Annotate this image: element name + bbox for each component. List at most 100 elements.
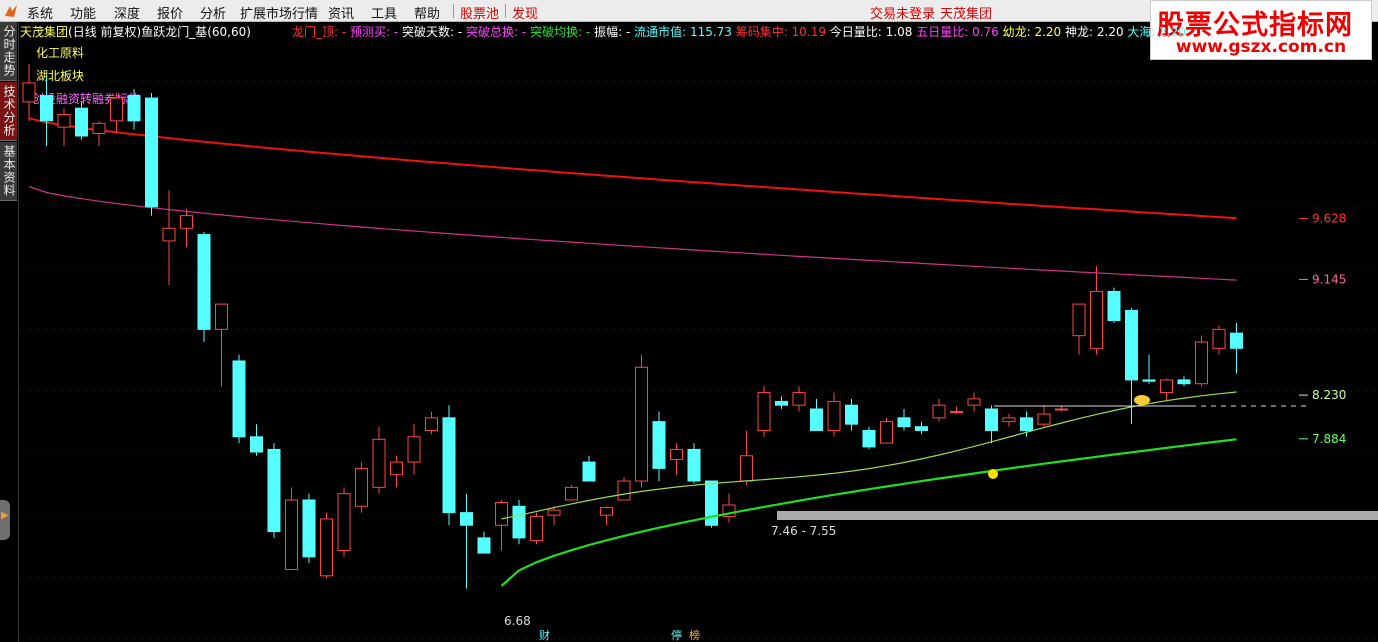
indicator-value: 2.20 <box>1155 25 1187 39</box>
signal-marker <box>1134 395 1150 405</box>
sidebar-collapse-button[interactable]: ▶ <box>0 500 10 540</box>
candle-body <box>197 234 211 330</box>
menu-news[interactable]: 资讯 <box>328 3 354 22</box>
candle-body <box>92 122 106 134</box>
indicator-label: 大海: <box>1123 25 1156 39</box>
candle-body <box>1177 379 1191 385</box>
candle-body <box>1160 379 1173 394</box>
candle-body <box>600 507 613 516</box>
candle-body <box>950 411 963 414</box>
indicator-name[interactable]: 鱼跃龙门_基(60,60) <box>141 25 251 39</box>
candle-body <box>215 303 228 330</box>
candlestick-chart[interactable]: 9.628 9.145 8.230 7.884 7.46 - 7.55 6.68 财 停榜 <box>19 41 1378 642</box>
candle-body <box>827 400 841 431</box>
indicator-label: 今日量比: <box>825 25 882 39</box>
candle-body <box>740 455 753 482</box>
indicator-value: 1.08 <box>881 25 913 39</box>
candle-body <box>110 97 123 122</box>
candle-body <box>967 398 981 406</box>
menu-function[interactable]: 功能 <box>70 3 96 22</box>
indicator-label: 神龙: <box>1061 25 1094 39</box>
arrow-right-icon: ▶ <box>1 510 9 521</box>
candle-body <box>985 408 998 431</box>
indicator-value: 10.19 <box>787 25 826 39</box>
indicator-label: 振幅: <box>590 25 623 39</box>
indicator-label: 突破总换: <box>462 25 519 39</box>
candle-body <box>390 461 403 476</box>
candle-body <box>565 486 578 501</box>
tab-intraday[interactable]: 分时走势 <box>0 22 17 81</box>
menu-depth[interactable]: 深度 <box>114 3 140 22</box>
candle-body <box>302 499 316 558</box>
login-status[interactable]: 交易未登录 <box>870 3 935 22</box>
tab-fundamentals[interactable]: 基本资料 <box>0 142 17 201</box>
candle-body <box>250 436 263 453</box>
indicator-value: 0.76 <box>968 25 999 39</box>
range-annotation: 7.46 - 7.55 <box>771 524 836 538</box>
candle-body <box>162 227 176 242</box>
current-stock-name: 天茂集团 <box>940 7 993 22</box>
indicator-label: 筹码集中: <box>731 25 788 39</box>
suspend-marker: 停 <box>671 628 682 642</box>
candle-body <box>1002 417 1016 423</box>
indicator-value: 2.20 <box>1093 25 1124 39</box>
candle-body <box>1230 332 1243 349</box>
candle-body <box>267 448 281 533</box>
indicator-label: 流通市值: <box>630 25 687 39</box>
ma-yellowgreen-line <box>501 391 1237 520</box>
candle-body <box>845 404 858 425</box>
menu-separator <box>453 4 454 18</box>
candle-body <box>232 360 246 438</box>
indicator-label: 五日量比: <box>912 25 969 39</box>
stock-name[interactable]: 天茂集团 <box>20 25 68 39</box>
candle-body <box>862 429 876 448</box>
candle-body <box>127 95 141 122</box>
menu-stock-pool[interactable]: 股票池 <box>460 3 499 22</box>
price-label: 9.145 <box>1312 272 1346 286</box>
candle-body <box>652 421 666 469</box>
candle-body <box>75 107 88 137</box>
candle-body <box>635 366 648 482</box>
yellow-marker <box>988 469 998 479</box>
candle-body <box>1020 417 1033 431</box>
candle-body <box>1107 290 1121 322</box>
candle-body <box>582 461 596 482</box>
candle-body <box>1125 309 1138 381</box>
candle-body <box>547 509 561 516</box>
indicator-value: - <box>338 25 347 39</box>
menu-discover[interactable]: 发现 <box>512 3 538 22</box>
menu-system[interactable]: 系统 <box>27 3 53 22</box>
candle-body <box>810 408 823 431</box>
left-sidebar: 分时走势 技术分析 基本资料 ▶ <box>0 22 19 642</box>
candle-body <box>355 467 368 507</box>
price-label: 9.628 <box>1312 211 1346 225</box>
menu-extended-market[interactable]: 扩展市场行情 <box>240 3 318 22</box>
candle-body <box>897 417 911 428</box>
tab-technical-analysis[interactable]: 技术分析 <box>0 82 17 141</box>
menu-tools[interactable]: 工具 <box>371 3 397 22</box>
indicator-value: 115.73 <box>686 25 732 39</box>
candle-body <box>617 480 631 501</box>
candle-body <box>442 417 456 514</box>
candle-body <box>932 404 946 419</box>
candle-body <box>880 421 893 444</box>
candle-body <box>670 448 683 461</box>
candle-body <box>775 400 788 406</box>
menu-analysis[interactable]: 分析 <box>200 3 226 22</box>
ma-red-line <box>28 117 1237 220</box>
indicator-value: 2.20 <box>1030 25 1062 39</box>
price-label: 8.230 <box>1312 388 1346 402</box>
app-logo-icon[interactable] <box>3 3 19 19</box>
indicator-label: 预测买: <box>346 25 391 39</box>
candle-body <box>1195 341 1208 385</box>
menu-quote[interactable]: 报价 <box>157 3 183 22</box>
candle-body <box>915 426 928 431</box>
menu-help[interactable]: 帮助 <box>414 3 440 22</box>
menu-separator <box>505 4 506 18</box>
candle-body <box>22 82 36 103</box>
indicator-label: 幼龙: <box>998 25 1031 39</box>
indicator-values: 龙门_顶: - 预测买: - 突破天数: - 突破总换: - 突破均换: - 振… <box>292 23 1186 40</box>
candle-body <box>180 215 193 229</box>
candle-body <box>407 436 421 463</box>
price-label: 7.884 <box>1312 432 1346 446</box>
